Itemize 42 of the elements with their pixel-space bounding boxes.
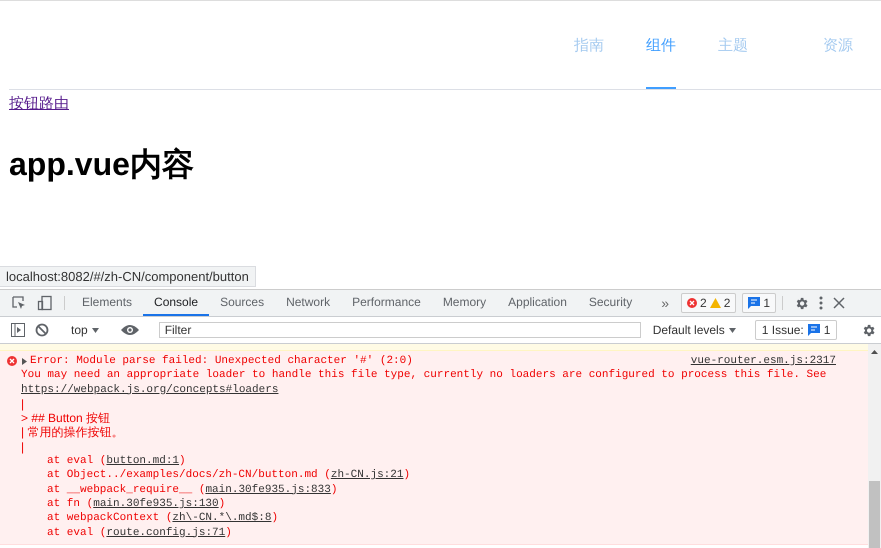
stack-frame: at __webpack_require__ (main.30fe935.js:833): [21, 482, 868, 497]
devtools-tab[interactable]: Performance: [341, 290, 432, 316]
issues-button[interactable]: 1 Issue: 1: [754, 320, 838, 340]
devtools-tab[interactable]: Network: [275, 290, 342, 316]
log-levels-dropdown[interactable]: Default levels: [646, 322, 742, 338]
stack-link[interactable]: main.30fe935.js:833: [205, 484, 331, 496]
issue-count: 1: [824, 323, 830, 337]
devtools-tab[interactable]: Elements: [71, 290, 144, 316]
devtools-tab[interactable]: Memory: [432, 290, 498, 316]
error-detail: You may need an appropriate loader to handle this file type, currently no loaders are configured to process this file. See https://webpack.js.org/concepts#loaders: [21, 368, 828, 397]
stack-link[interactable]: main.30fe935.js:130: [93, 498, 219, 510]
devtools-tab[interactable]: Console: [143, 290, 210, 316]
stack-frame: at webpackContext (zh\-CN.*\.md$:8): [21, 511, 868, 526]
docs-link[interactable]: https://webpack.js.org/concepts#loaders: [21, 384, 278, 396]
devtools-tab[interactable]: Application: [497, 290, 578, 316]
code-frame-line: | 常用的操作按钮。: [21, 425, 124, 440]
message-count: 1: [763, 296, 770, 310]
filter-input[interactable]: Filter: [158, 322, 641, 338]
code-frame-line: |: [21, 396, 26, 412]
more-tabs-button[interactable]: »: [655, 290, 676, 316]
status-url-tooltip: localhost:8082/#/zh-CN/component/button: [0, 266, 256, 287]
code-frame-line: |: [21, 440, 26, 454]
context-selector[interactable]: top: [67, 323, 103, 337]
devtools-tab[interactable]: Sources: [209, 290, 276, 316]
devtools-tab[interactable]: Security: [578, 290, 644, 316]
error-count: 2: [700, 296, 707, 310]
code-frame-line: > ## Button 按钮: [21, 411, 112, 426]
stack-frame: at Object../examples/docs/zh-CN/button.md (zh-CN.js:21): [21, 468, 868, 483]
stack-frame: at eval (route.config.js:71): [21, 526, 868, 540]
stack-frame: at fn (main.30fe935.js:130): [21, 496, 868, 512]
warning-count: 2: [724, 296, 730, 310]
errors-warnings-counter[interactable]: 2 2: [681, 293, 736, 313]
stack-link[interactable]: zh-CN.js:21: [330, 469, 404, 482]
error-title: Error: Module parse failed: Unexpected character '#' (2:0): [30, 354, 413, 368]
stack-link[interactable]: route.config.js:71: [106, 526, 226, 539]
source-link[interactable]: vue-router.esm.js:2317: [690, 354, 836, 368]
page-heading: app.vue内容: [9, 145, 195, 184]
stack-frame: at eval (button.md:1): [21, 454, 868, 468]
stack-link[interactable]: zh\-CN.*\.md$:8: [172, 512, 272, 524]
route-link[interactable]: 按钮路由: [9, 94, 69, 113]
stack-link[interactable]: button.md:1: [106, 455, 180, 468]
messages-counter[interactable]: 1: [742, 293, 776, 313]
